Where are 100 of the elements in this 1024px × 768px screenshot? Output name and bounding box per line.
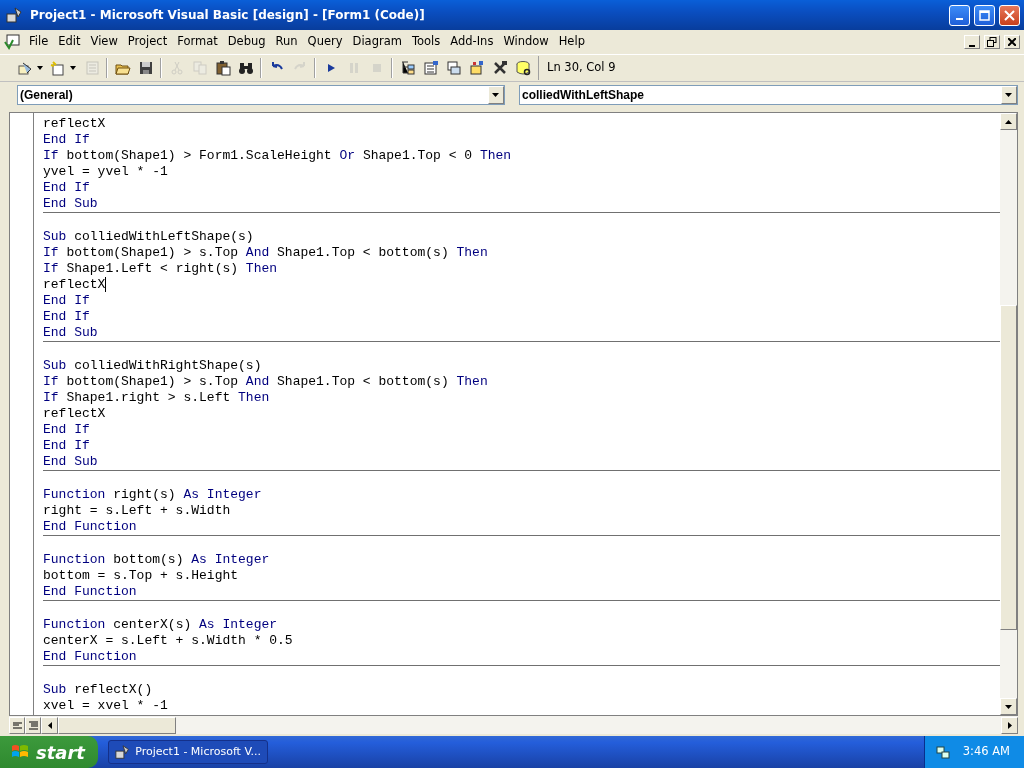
code-line: End Sub (43, 454, 99, 470)
scroll-down-button[interactable] (1000, 698, 1017, 715)
module-view-button[interactable] (25, 716, 41, 734)
right-arrow-icon (1007, 721, 1012, 729)
code-line: If bottom(Shape1) > Form1.ScaleHeight Or Shape1.Top < 0 Then (43, 148, 513, 164)
caret-icon[interactable] (37, 66, 44, 70)
project-explorer-icon (399, 60, 416, 76)
restore-button[interactable] (984, 35, 1000, 49)
scroll-right-button[interactable] (1001, 716, 1018, 734)
code-line: reflectX (43, 277, 108, 293)
code-line: End If (43, 309, 91, 325)
code-line: End If (43, 180, 91, 196)
down-arrow-icon (1005, 704, 1012, 709)
menu-item[interactable]: Run (270, 31, 303, 53)
code-line: If Shape1.right > s.Left Then (43, 390, 271, 406)
vertical-scrollbar[interactable] (1000, 113, 1017, 715)
code-line: End Function (43, 649, 138, 665)
code-line: If bottom(Shape1) > s.Top And Shape1.Top < bottom(s) Then (43, 374, 489, 390)
menu-item[interactable]: Query (302, 31, 348, 53)
binoculars-icon (237, 60, 254, 76)
caret-icon (1005, 93, 1013, 97)
menu-item[interactable]: File (24, 31, 54, 53)
scroll-thumb[interactable] (1000, 305, 1017, 630)
clipboard-icon (214, 60, 231, 76)
window-title: Project1 - Microsoft Visual Basic [design] - [Form1 (Code)] (30, 7, 425, 24)
minimize-button[interactable] (949, 4, 970, 26)
object-dropdown[interactable]: (General) (17, 85, 505, 105)
tools-icon (491, 60, 508, 76)
caret-icon[interactable] (70, 66, 77, 70)
code-line: yvel = yvel * -1 (43, 164, 169, 180)
code-line: Function bottom(s) As Integer (43, 552, 271, 568)
properties-icon (422, 60, 439, 76)
up-arrow-icon (1005, 119, 1012, 124)
scroll-thumb[interactable] (58, 716, 176, 734)
lines-icon (12, 721, 22, 729)
close-icon (1004, 9, 1015, 21)
menu-item[interactable]: Help (553, 31, 590, 53)
horizontal-scrollbar[interactable] (9, 716, 1018, 734)
menu-item[interactable]: Diagram (347, 31, 407, 53)
form-layout-icon (445, 60, 462, 76)
menu-item[interactable]: Window (498, 31, 554, 53)
code-line: right = s.Left + s.Width (43, 503, 232, 519)
dropdown-value: colliedWithLeftShape (522, 87, 645, 104)
code-line: End If (43, 132, 91, 148)
minimize-icon (969, 44, 975, 47)
dropdown-value: (General) (20, 87, 74, 104)
code-line: reflectX (43, 406, 107, 422)
dropdown-button[interactable] (1001, 86, 1017, 104)
code-line: bottom = s.Top + s.Height (43, 568, 240, 584)
left-arrow-icon (47, 721, 52, 729)
menu-item[interactable]: Project (122, 31, 173, 53)
code-window-icon[interactable] (4, 34, 20, 50)
dropdown-button[interactable] (488, 86, 504, 104)
code-line: End Sub (43, 196, 99, 212)
caret-icon (492, 93, 500, 97)
menu-item[interactable]: Edit (53, 31, 86, 53)
network-icon[interactable] (934, 744, 951, 760)
code-line: Function centerX(s) As Integer (43, 617, 279, 633)
code-line: centerX = s.Left + s.Width * 0.5 (43, 633, 294, 649)
scroll-left-button[interactable] (41, 716, 58, 734)
code-line: End Function (43, 584, 138, 600)
database-icon (514, 60, 531, 76)
code-line: If Shape1.Left < right(s) Then (43, 261, 279, 277)
menu-item[interactable]: Format (172, 31, 223, 53)
add-form-icon (50, 60, 66, 76)
close-button[interactable] (999, 4, 1020, 26)
procedure-view-button[interactable] (9, 716, 25, 734)
add-project-icon (17, 60, 33, 76)
start-button[interactable]: start (0, 736, 98, 768)
cursor-position: Ln 30, Col 9 (538, 56, 748, 80)
menu-item[interactable]: View (85, 31, 123, 53)
scroll-up-button[interactable] (1000, 113, 1017, 130)
menu-item[interactable]: Add-Ins (445, 31, 499, 53)
lines-icon (28, 720, 38, 730)
menu-item[interactable]: Debug (222, 31, 271, 53)
close-icon (1008, 38, 1016, 46)
code-line: End If (43, 422, 91, 438)
maximize-icon (979, 9, 990, 21)
menu-editor-icon (83, 60, 100, 76)
code-line: End If (43, 438, 91, 454)
code-line: If bottom(Shape1) > s.Top And Shape1.Top < bottom(s) Then (43, 245, 489, 261)
code-line: Sub colliedWithRightShape(s) (43, 358, 263, 374)
restore-icon (987, 37, 997, 47)
code-line: End Sub (43, 325, 99, 341)
app-icon (115, 744, 130, 760)
close-button[interactable] (1004, 35, 1020, 49)
taskbar-button[interactable]: Project1 - Microsoft V... (108, 740, 268, 764)
minimize-button[interactable] (964, 35, 980, 49)
copy-icon (191, 60, 208, 76)
clock: 3:46 AM (962, 743, 1010, 761)
scissors-icon (168, 60, 185, 76)
object-browser-icon (468, 60, 485, 76)
code-line: End If (43, 293, 91, 309)
minimize-icon (956, 18, 963, 20)
procedure-dropdown[interactable]: colliedWithLeftShape (519, 85, 1018, 105)
code-line: Sub colliedWithLeftShape(s) (43, 229, 255, 245)
maximize-button[interactable] (974, 4, 995, 26)
code-line: Function right(s) As Integer (43, 487, 263, 503)
menu-item[interactable]: Tools (406, 31, 446, 53)
code-line: End Function (43, 519, 138, 535)
